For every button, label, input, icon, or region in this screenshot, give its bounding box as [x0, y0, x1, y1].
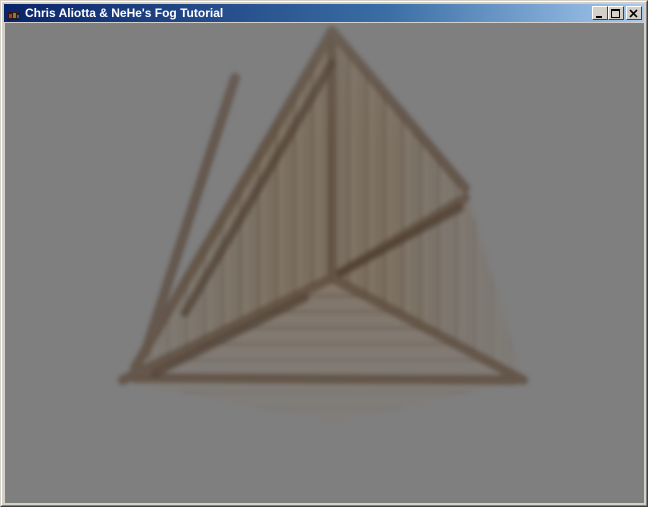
close-icon — [629, 9, 638, 18]
window-title: Chris Aliotta & NeHe's Fog Tutorial — [25, 6, 224, 20]
minimize-icon — [596, 16, 602, 18]
close-button[interactable] — [626, 6, 642, 20]
app-window: Chris Aliotta & NeHe's Fog Tutorial — [0, 0, 648, 507]
title-bar[interactable]: Chris Aliotta & NeHe's Fog Tutorial — [4, 4, 644, 22]
opengl-viewport[interactable] — [5, 23, 644, 503]
maximize-icon — [611, 9, 620, 18]
window-controls — [592, 6, 642, 20]
minimize-button[interactable] — [592, 6, 608, 20]
maximize-button[interactable] — [608, 6, 624, 20]
fog-scene — [5, 23, 644, 423]
opengl-app-icon[interactable] — [8, 8, 20, 20]
